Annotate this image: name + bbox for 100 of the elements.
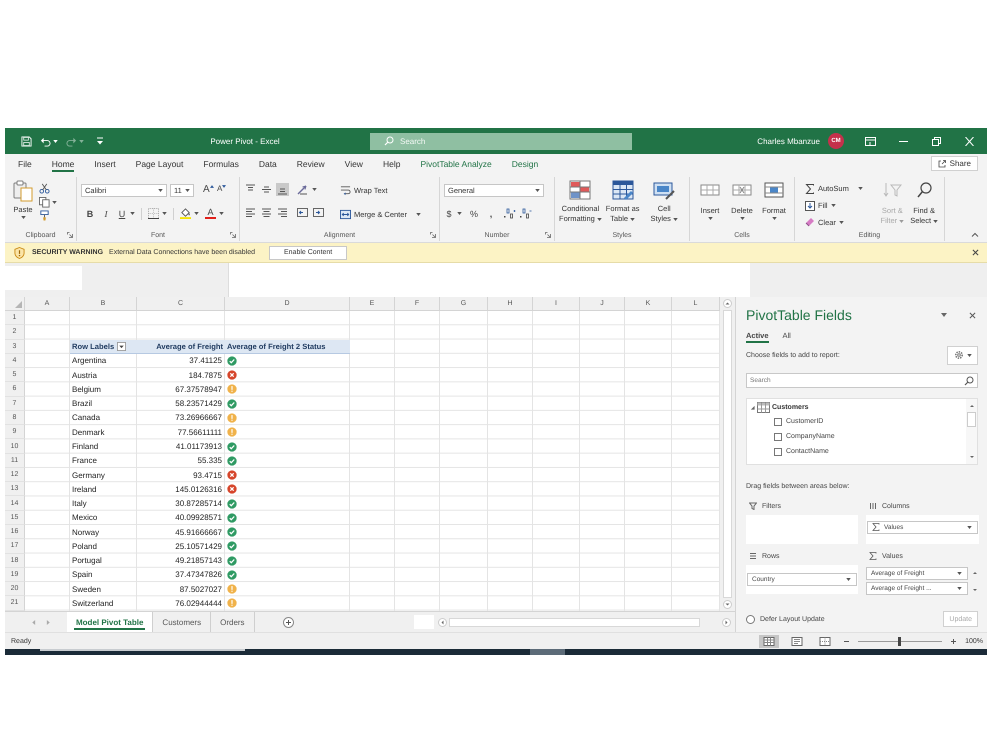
freight-cell-text: 145.0126316 — [174, 484, 223, 496]
copy-icon[interactable] — [39, 196, 50, 208]
scroll-thumb[interactable] — [967, 412, 976, 427]
country-cell-text: Poland — [71, 540, 98, 553]
increase-decimal-icon[interactable] — [503, 207, 516, 220]
sheet-tab[interactable]: Model Pivot Table — [67, 612, 154, 632]
caret-icon[interactable] — [941, 313, 947, 317]
ribbon-tab[interactable]: Insert — [84, 154, 126, 173]
settings-button[interactable] — [947, 346, 978, 364]
percent-button[interactable]: % — [469, 207, 479, 220]
ribbon-tab[interactable]: Formulas — [193, 154, 249, 173]
dialog-launcher-icon[interactable] — [430, 232, 436, 238]
country-cell-text: France — [71, 455, 98, 468]
fill-color-icon[interactable] — [180, 208, 191, 219]
checkbox[interactable] — [774, 418, 782, 426]
close-icon[interactable] — [972, 249, 979, 256]
ribbon-tab[interactable]: View — [334, 154, 373, 173]
freight-cell-text: 67.37578947 — [174, 384, 223, 396]
dialog-launcher-icon[interactable] — [67, 232, 73, 238]
borders-icon[interactable] — [148, 208, 159, 219]
vertical-scrollbar[interactable] — [720, 297, 735, 611]
undo-icon[interactable] — [40, 136, 51, 146]
align-bottom-icon[interactable] — [276, 183, 289, 196]
country-cell-text: Brazil — [71, 398, 94, 410]
scissors-icon[interactable] — [39, 183, 50, 194]
close-icon[interactable] — [969, 312, 976, 318]
caret-icon[interactable] — [219, 212, 224, 215]
expand-arrow-icon[interactable] — [750, 405, 755, 410]
ribbon-tab[interactable]: Help — [372, 154, 410, 173]
shrink-font-button[interactable]: A — [216, 184, 227, 197]
font-color-button[interactable]: A — [205, 207, 216, 220]
align-left-icon[interactable] — [244, 206, 257, 219]
country-cell-text: Germany — [71, 470, 106, 482]
scroll-up-icon[interactable] — [971, 569, 979, 577]
scroll-up-icon[interactable] — [968, 402, 976, 410]
collapse-ribbon-icon[interactable] — [971, 232, 979, 237]
filter-dropdown-icon[interactable] — [117, 342, 126, 351]
caret-icon — [838, 220, 844, 224]
share-button[interactable]: Share — [930, 156, 978, 171]
scroll-right-icon[interactable] — [722, 618, 731, 626]
user-name[interactable]: Charles Mbanzue — [757, 136, 820, 146]
caret-icon[interactable] — [130, 212, 135, 215]
save-icon[interactable] — [21, 136, 32, 146]
caret-icon[interactable] — [53, 140, 58, 142]
caret-icon — [596, 218, 602, 221]
customize-toolbar-icon[interactable] — [96, 137, 104, 145]
normal-view-icon[interactable] — [759, 634, 780, 648]
zoom-in-icon[interactable] — [950, 638, 958, 644]
restore-icon[interactable] — [931, 136, 942, 146]
table-icon — [757, 402, 770, 413]
freight-cell-text: 58.23571429 — [174, 398, 223, 410]
country-cell-text: Spain — [71, 569, 94, 582]
underline-button[interactable]: U — [117, 207, 127, 220]
currency-button[interactable]: $ — [444, 207, 454, 220]
dialog-launcher-icon[interactable] — [230, 232, 236, 238]
search-icon — [964, 376, 974, 386]
orientation-icon[interactable] — [296, 183, 309, 196]
ribbon-tab[interactable]: Data — [248, 154, 287, 173]
window-title: Power Pivot - Excel — [210, 136, 280, 146]
caret-icon — [158, 189, 163, 192]
grow-font-button[interactable]: A — [203, 184, 214, 197]
scroll-down-icon[interactable] — [971, 586, 979, 594]
scroll-up-icon[interactable] — [723, 299, 732, 308]
decrease-decimal-icon[interactable] — [519, 207, 532, 220]
ribbon-display-options-icon[interactable] — [865, 136, 876, 146]
caret-icon[interactable] — [162, 212, 167, 215]
freight-cell-text: 93.4715 — [192, 470, 223, 482]
sigma-icon — [869, 552, 877, 560]
increase-indent-icon[interactable] — [312, 206, 325, 219]
ribbon-tab[interactable]: Page Layout — [126, 154, 194, 173]
caret-icon[interactable] — [312, 188, 317, 191]
ribbon-tab[interactable]: PivotTable Analyze — [410, 154, 502, 173]
list-scrollbar[interactable] — [966, 399, 977, 464]
scroll-thumb[interactable] — [723, 310, 732, 598]
country-cell-text: Finland — [71, 441, 100, 454]
dialog-launcher-icon[interactable] — [545, 232, 551, 238]
country-cell-text: Austria — [71, 370, 98, 382]
checkbox[interactable] — [746, 614, 755, 624]
checkbox[interactable] — [774, 448, 782, 456]
italic-button[interactable]: I — [101, 207, 111, 220]
align-center-icon[interactable] — [260, 206, 273, 219]
scroll-thumb[interactable] — [448, 618, 700, 626]
country-cell-text: Belgium — [71, 384, 102, 396]
checkbox[interactable] — [774, 432, 782, 440]
scroll-left-icon[interactable] — [438, 618, 447, 626]
caret-icon[interactable] — [457, 212, 462, 215]
scroll-down-icon[interactable] — [968, 453, 976, 461]
caret-icon[interactable] — [52, 200, 57, 204]
slider-thumb[interactable] — [898, 636, 902, 646]
ribbon-tab[interactable]: Design — [502, 154, 548, 173]
align-right-icon[interactable] — [276, 206, 289, 219]
add-sheet-icon[interactable] — [282, 616, 294, 628]
comma-style-button[interactable]: , — [486, 207, 496, 220]
bold-button[interactable]: B — [85, 207, 95, 220]
caret-icon[interactable] — [194, 212, 199, 215]
scroll-down-icon[interactable] — [723, 600, 732, 609]
decrease-indent-icon[interactable] — [296, 206, 309, 219]
format-painter-icon[interactable] — [39, 210, 50, 221]
ribbon-tab[interactable]: Review — [286, 154, 335, 173]
ribbon-tab[interactable]: File — [8, 154, 42, 173]
